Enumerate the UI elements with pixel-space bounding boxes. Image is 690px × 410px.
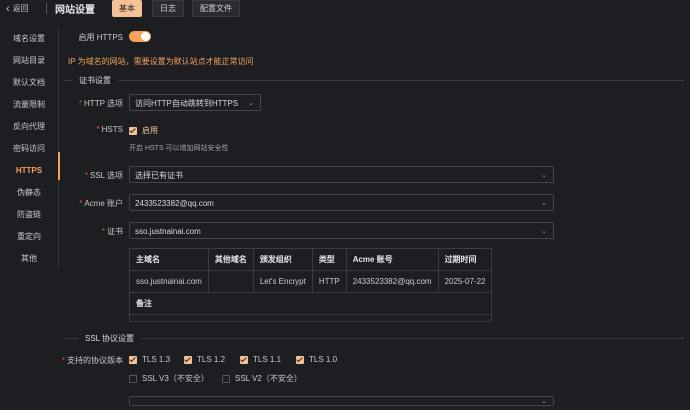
sidebar-nav: 域名设置 网站目录 默认文档 流量限制 反向代理 密码访问 HTTPS 伪静态 … (0, 28, 58, 270)
table-header: Acme 账号 (345, 248, 439, 271)
chevron-down-icon: ⌄ (541, 200, 547, 207)
table-row (128, 314, 493, 322)
table-cell: 2433523382@qq.com (345, 270, 439, 293)
tab-config-file[interactable]: 配置文件 (192, 0, 240, 17)
table-remark-row: 备注 (128, 292, 493, 315)
check-icon (184, 355, 192, 364)
protocol-checkbox-tls13[interactable]: TLS 1.3 (129, 355, 170, 364)
sidebar-item-rewrite[interactable]: 伪静态 (0, 182, 58, 204)
cert-select[interactable]: sso.justnainai.com ⌄ (129, 222, 554, 239)
protocol-checkbox-sslv3[interactable]: SSL V3（不安全） (129, 373, 209, 384)
acme-label: * Acme 账户 (79, 199, 123, 208)
https-toggle[interactable] (129, 31, 151, 42)
hsts-checkbox[interactable]: 启用 (129, 125, 158, 136)
protocol-checkbox-tls10[interactable]: TLS 1.0 (296, 355, 337, 364)
table-header: 颁发组织 (252, 248, 313, 271)
table-cell: 2025-07-22 (437, 270, 493, 293)
chevron-down-icon: ⌄ (541, 172, 547, 179)
protocols-label: * 支持的协议版本 (61, 356, 123, 365)
cert-table: 主域名 其他域名 颁发组织 类型 Acme 账号 过期时间 sso.justna… (128, 248, 493, 322)
tab-log[interactable]: 日志 (152, 0, 184, 17)
chevron-left-icon: ‹ (6, 2, 10, 15)
http-option-select[interactable]: 访问HTTP自动跳转到HTTPS ⌄ (129, 94, 261, 111)
table-header-row: 主域名 其他域名 颁发组织 类型 Acme 账号 过期时间 (129, 248, 493, 271)
table-cell (207, 270, 254, 293)
check-icon (296, 355, 304, 364)
table-cell: Let's Encrypt (252, 270, 313, 293)
back-label: 返回 (12, 4, 29, 13)
table-header: 主域名 (129, 248, 209, 271)
sidebar-divider (58, 28, 59, 268)
cert-label: * 证书 (101, 227, 123, 236)
table-cell: sso.justnainai.com (129, 270, 209, 293)
sidebar-item-redirect[interactable]: 重定向 (0, 226, 58, 248)
table-cell: HTTP (311, 270, 347, 293)
table-cell (128, 314, 493, 322)
ssl-section-divider (64, 338, 684, 339)
https-warning: IP 为域名的网站，需要设置为默认站点才能正常访问 (68, 57, 254, 66)
ssl-section-title: SSL 协议设置 (78, 333, 142, 344)
next-select-partial[interactable]: ⌄ (129, 396, 554, 406)
sidebar-item-reverse-proxy[interactable]: 反向代理 (0, 116, 58, 138)
hsts-hint: 开启 HSTS 可以增加网站安全性 (129, 145, 229, 152)
sidebar-item-other[interactable]: 其他 (0, 248, 58, 270)
ssl-option-label: * SSL 选项 (84, 171, 123, 180)
table-header: 过期时间 (437, 248, 493, 271)
check-icon (129, 355, 137, 364)
table-header: 备注 (128, 292, 493, 315)
sidebar-item-traffic-limit[interactable]: 流量限制 (0, 94, 58, 116)
cert-section-divider (64, 80, 684, 81)
sidebar-item-domain[interactable]: 域名设置 (0, 28, 58, 50)
sidebar-item-site-dir[interactable]: 网站目录 (0, 50, 58, 72)
sidebar-item-https[interactable]: HTTPS (0, 160, 58, 182)
hsts-label: * HSTS (96, 125, 123, 134)
cert-section-title: 证书设置 (72, 75, 118, 86)
https-enable-label: 启用 HTTPS (78, 33, 123, 42)
http-option-label: * HTTP 选项 (78, 99, 123, 108)
tab-basic[interactable]: 基本 (112, 0, 142, 17)
back-button[interactable]: ‹ 返回 (6, 3, 29, 14)
protocol-checkbox-sslv2[interactable]: SSL V2（不安全） (222, 373, 302, 384)
table-row: sso.justnainai.com Let's Encrypt HTTP 24… (129, 270, 493, 293)
protocol-checkbox-tls12[interactable]: TLS 1.2 (184, 355, 225, 364)
sidebar-item-hotlink[interactable]: 防盗链 (0, 204, 58, 226)
sidebar-item-password[interactable]: 密码访问 (0, 138, 58, 160)
acme-select[interactable]: 2433523382@qq.com ⌄ (129, 194, 554, 211)
sidebar-item-default-doc[interactable]: 默认文档 (0, 72, 58, 94)
ssl-option-select[interactable]: 选择已有证书 ⌄ (129, 166, 554, 183)
check-icon (240, 355, 248, 364)
check-icon (129, 126, 137, 135)
header-divider (46, 3, 47, 14)
table-header: 其他域名 (207, 248, 254, 271)
chevron-down-icon: ⌄ (541, 228, 547, 235)
table-header: 类型 (311, 248, 347, 271)
chevron-down-icon: ⌄ (248, 100, 254, 107)
page-title: 网站设置 (55, 5, 95, 16)
protocol-checkbox-tls11[interactable]: TLS 1.1 (240, 355, 281, 364)
